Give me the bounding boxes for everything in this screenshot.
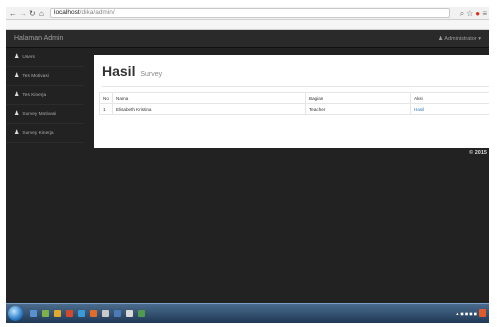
notification-icon[interactable]: [479, 309, 486, 317]
user-menu-label: Administrator: [444, 36, 477, 42]
sidebar-item-label: Users: [22, 55, 35, 60]
star-icon[interactable]: ☆: [466, 9, 473, 18]
user-icon: ♟: [14, 130, 20, 136]
caret-down-icon: ▾: [478, 36, 481, 42]
brand-title[interactable]: Halaman Admin: [14, 30, 63, 48]
bookmarks-bar: AppsFacebookWeb GamesEmpireEmpireBest vi…: [6, 20, 489, 30]
page-title: Hasil Survey: [102, 63, 162, 79]
home-icon[interactable]: ⌂: [39, 8, 44, 19]
back-icon[interactable]: ←: [9, 8, 17, 19]
chrome-icon[interactable]: [54, 310, 61, 317]
media-icon[interactable]: [66, 310, 73, 317]
sidebar-item-tes-motivasi[interactable]: ♟ Tes Motivasi: [6, 67, 84, 86]
sidebar-item-label: Survey Kinerja: [22, 131, 54, 136]
table-row: 1 Elisabeth Kristina Teacher Hasil: [99, 103, 489, 115]
cell-no: 1: [99, 103, 113, 115]
url-host: localhost: [54, 9, 80, 16]
column-header-bagian: Bagian: [305, 92, 411, 104]
column-header-aksi: Aksi: [410, 92, 489, 104]
folder-icon[interactable]: [78, 310, 85, 317]
app-navbar: Halaman Admin ♟ Administrator ▾: [6, 30, 489, 48]
title-divider: [102, 86, 489, 87]
start-button[interactable]: [8, 306, 23, 321]
extension-icon[interactable]: ●: [475, 9, 480, 18]
sidebar-item-users[interactable]: ♟ Users: [6, 48, 84, 67]
browser-window: ← → ↻ ⌂ localhost/dika/admin/ ⌕ ☆ ● ≡ Ap…: [6, 7, 489, 323]
sidebar-item-tes-kinerja[interactable]: ♟ Tes Kinerja: [6, 86, 84, 105]
firefox-icon[interactable]: [90, 310, 97, 317]
toolbar-right: ⌕ ☆ ● ≡: [460, 8, 487, 19]
user-icon: ♟: [14, 92, 20, 98]
reload-icon[interactable]: ↻: [29, 8, 36, 19]
page-title-text: Hasil: [102, 63, 136, 79]
sidebar: ♟ Users ♟ Tes Motivasi ♟ Tes Kinerja ♟ Surve…: [6, 48, 84, 303]
user-menu[interactable]: ♟ Administrator ▾: [438, 30, 481, 48]
column-header-no: No: [99, 92, 113, 104]
explorer-icon[interactable]: [30, 310, 37, 317]
cell-bagian: Teacher: [305, 103, 411, 115]
system-tray[interactable]: ▲ ◼ ◼ ◼ ◼: [455, 311, 477, 316]
search-icon[interactable]: ⌕: [460, 9, 464, 18]
browser-toolbar: ← → ↻ ⌂ localhost/dika/admin/ ⌕ ☆ ● ≡: [6, 7, 489, 20]
page-subtitle: Survey: [140, 71, 163, 78]
table-header-row: No Nama Bagian Aksi: [99, 92, 489, 104]
sidebar-item-label: Tes Motivasi: [22, 74, 49, 79]
app-icon[interactable]: [102, 310, 109, 317]
results-table: No Nama Bagian Aksi 1 Elisabeth Kristina…: [99, 92, 489, 115]
windows-taskbar: ▲ ◼ ◼ ◼ ◼: [6, 303, 489, 323]
hasil-link[interactable]: Hasil: [410, 103, 489, 115]
sidebar-item-survey-kinerja[interactable]: ♟ Survey Kinerja: [6, 124, 84, 143]
main-panel: Hasil Survey No Nama Bagian Aksi 1 Elisa…: [94, 55, 489, 148]
menu-icon[interactable]: ≡: [482, 9, 487, 18]
forward-icon[interactable]: →: [19, 8, 27, 19]
url-path: /dika/admin/: [79, 9, 115, 16]
app-icon[interactable]: [126, 310, 133, 317]
app-icon[interactable]: [42, 310, 49, 317]
cell-nama: Elisabeth Kristina: [112, 103, 306, 115]
sidebar-item-survey-motivasi[interactable]: ♟ Survey Motivasi: [6, 105, 84, 124]
user-icon: ♟: [438, 36, 444, 42]
sidebar-item-label: Survey Motivasi: [22, 112, 57, 117]
address-bar[interactable]: localhost/dika/admin/: [50, 8, 450, 18]
copyright-text: © 2015: [469, 150, 487, 156]
user-icon: ♟: [14, 111, 20, 117]
app-icon[interactable]: [138, 310, 145, 317]
user-icon: ♟: [14, 73, 20, 79]
sidebar-item-label: Tes Kinerja: [22, 93, 47, 98]
app-icon[interactable]: [114, 310, 121, 317]
user-icon: ♟: [14, 54, 20, 60]
column-header-nama: Nama: [112, 92, 306, 104]
